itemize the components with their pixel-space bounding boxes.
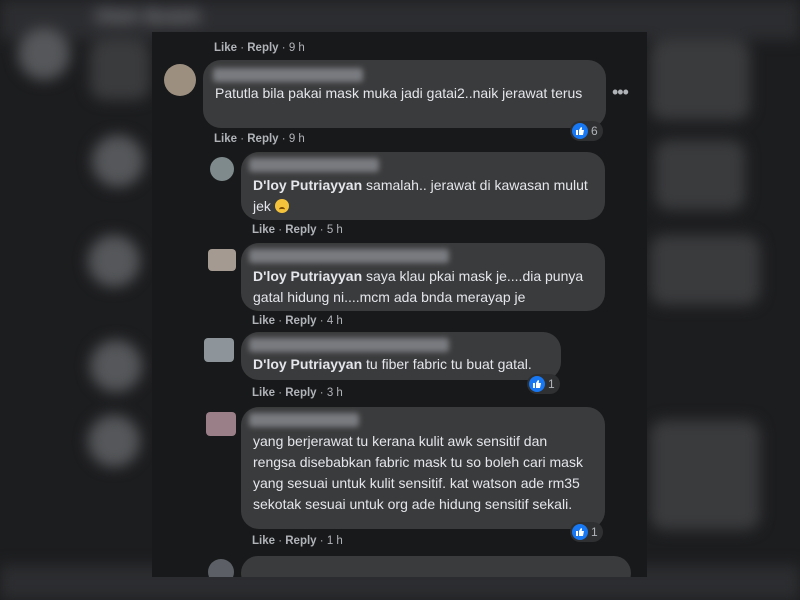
reply-link[interactable]: Reply — [247, 42, 278, 54]
bg-block — [650, 40, 750, 120]
timestamp: 9 h — [288, 42, 305, 54]
comment-bubble: D'loy Putriayyan saya klau pkai mask je.… — [241, 243, 605, 311]
avatar[interactable] — [204, 338, 234, 362]
mentioned-author[interactable]: D'loy Putriayyan — [253, 356, 362, 372]
bg-block — [650, 235, 760, 305]
reply-link[interactable]: Reply — [247, 133, 278, 145]
avatar[interactable] — [206, 412, 236, 436]
like-icon — [529, 376, 545, 392]
like-icon — [572, 123, 588, 139]
avatar — [208, 559, 234, 577]
comment-actions: Like · Reply · 4 h — [252, 315, 343, 327]
comment-bubble: Patutla bila pakai mask muka jadi gatai2… — [203, 60, 606, 128]
bg-avatar — [88, 235, 140, 287]
blurred-author-name — [249, 158, 379, 172]
comment-actions: Like · Reply · 9 h — [214, 42, 305, 54]
comment-bubble: yang berjerawat tu kerana kulit awk sens… — [241, 407, 605, 529]
bg-avatar — [88, 415, 140, 467]
comment-text: D'loy Putriayyan saya klau pkai mask je.… — [253, 268, 584, 305]
reaction-count[interactable]: 1 — [527, 374, 560, 394]
timestamp: 4 h — [326, 315, 343, 327]
comment-text: Patutla bila pakai mask muka jadi gatai2… — [215, 85, 583, 101]
comment-actions: Like · Reply · 5 h — [252, 224, 343, 236]
blurred-author-name — [249, 249, 449, 263]
timestamp: 3 h — [326, 387, 343, 399]
comment-actions: Like · Reply · 1 h — [252, 535, 343, 547]
reply-link[interactable]: Reply — [285, 315, 316, 327]
mentioned-author[interactable]: D'loy Putriayyan — [253, 177, 362, 193]
reaction-number: 6 — [591, 124, 598, 138]
blurred-author-name — [213, 68, 363, 82]
bg-block — [655, 140, 745, 210]
like-link[interactable]: Like — [252, 315, 275, 327]
comments-panel: Like · Reply · 9 h Patutla bila pakai ma… — [152, 32, 647, 577]
comment-text: D'loy Putriayyan samalah.. jerawat di ka… — [253, 177, 588, 214]
reply-link[interactable]: Reply — [285, 387, 316, 399]
like-icon — [572, 524, 588, 540]
like-link[interactable]: Like — [214, 42, 237, 54]
bg-avatar — [90, 340, 142, 392]
avatar[interactable] — [210, 157, 234, 181]
comment-bubble: D'loy Putriayyan tu fiber fabric tu buat… — [241, 332, 561, 380]
more-options-icon[interactable]: ••• — [612, 82, 629, 103]
bg-avatar — [18, 28, 70, 80]
bg-avatar — [92, 135, 144, 187]
avatar[interactable] — [164, 64, 196, 96]
reply-input[interactable] — [241, 556, 631, 577]
like-link[interactable]: Like — [252, 535, 275, 547]
bg-block — [90, 40, 150, 100]
comment-actions: Like · Reply · 3 h — [252, 387, 343, 399]
bg-block — [650, 420, 760, 530]
reply-link[interactable]: Reply — [285, 535, 316, 547]
blurred-author-name — [249, 338, 449, 352]
bg-page-title: Oleh Boleh — [95, 6, 201, 28]
avatar[interactable] — [208, 249, 236, 271]
like-link[interactable]: Like — [252, 387, 275, 399]
comment-bubble: D'loy Putriayyan samalah.. jerawat di ka… — [241, 152, 605, 220]
laughing-crying-emoji — [274, 199, 289, 213]
reaction-count[interactable]: 1 — [570, 522, 603, 542]
comment-text: yang berjerawat tu kerana kulit awk sens… — [253, 433, 583, 512]
blurred-author-name — [249, 413, 359, 427]
timestamp: 5 h — [326, 224, 343, 236]
timestamp: 9 h — [288, 133, 305, 145]
reply-link[interactable]: Reply — [285, 224, 316, 236]
like-link[interactable]: Like — [214, 133, 237, 145]
reaction-number: 1 — [548, 377, 555, 391]
comment-text: D'loy Putriayyan tu fiber fabric tu buat… — [253, 356, 532, 372]
like-link[interactable]: Like — [252, 224, 275, 236]
reaction-number: 1 — [591, 525, 598, 539]
mentioned-author[interactable]: D'loy Putriayyan — [253, 268, 362, 284]
comment-actions: Like · Reply · 9 h — [214, 133, 305, 145]
timestamp: 1 h — [326, 535, 343, 547]
reaction-count[interactable]: 6 — [570, 121, 603, 141]
